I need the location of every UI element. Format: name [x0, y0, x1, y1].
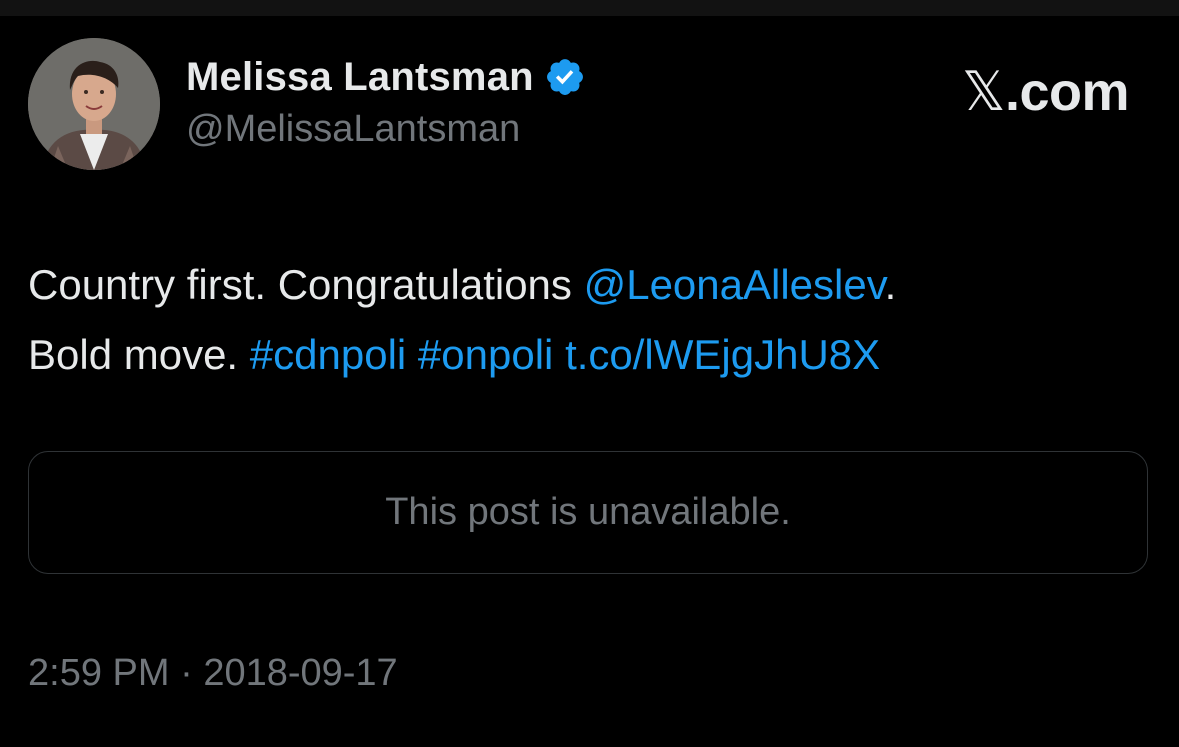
timestamp-separator: · — [169, 652, 204, 694]
mention-link[interactable]: @LeonaAlleslev — [584, 261, 885, 308]
timestamp-date: 2018-09-17 — [203, 652, 398, 694]
author-name-row: Melissa Lantsman — [186, 54, 586, 100]
brand-suffix: .com — [1004, 62, 1130, 122]
quoted-post-card[interactable]: This post is unavailable. — [28, 451, 1148, 574]
tweet-text-segment: Bold move. — [28, 331, 250, 378]
x-logo-icon: 𝕏 — [961, 60, 1006, 123]
timestamp-time: 2:59 PM — [28, 652, 170, 694]
verified-badge-icon — [544, 56, 586, 98]
tweet-text-segment: Country first. Congratulations — [28, 261, 584, 308]
avatar-image — [28, 38, 160, 170]
tweet-text: Country first. Congratulations @LeonaAll… — [28, 250, 1148, 390]
author-handle[interactable]: @MelissaLantsman — [186, 108, 520, 151]
tweet-text-segment: . — [884, 261, 897, 308]
hashtag-link[interactable]: #cdnpoli — [250, 331, 406, 378]
brand-logo: 𝕏.com — [961, 60, 1130, 123]
top-bar — [0, 0, 1179, 16]
tweet-line-1: Country first. Congratulations @LeonaAll… — [28, 250, 1148, 320]
tweet-line-2: Bold move. #cdnpoli #onpoli t.co/lWEjgJh… — [28, 320, 1148, 390]
hashtag-link[interactable]: #onpoli — [418, 331, 553, 378]
tweet-timestamp[interactable]: 2:59 PM · 2018-09-17 — [28, 652, 398, 695]
avatar[interactable] — [28, 38, 160, 170]
author-display-name[interactable]: Melissa Lantsman — [186, 55, 534, 100]
unavailable-message: This post is unavailable. — [385, 491, 791, 533]
url-link[interactable]: t.co/lWEjgJhU8X — [565, 331, 880, 378]
